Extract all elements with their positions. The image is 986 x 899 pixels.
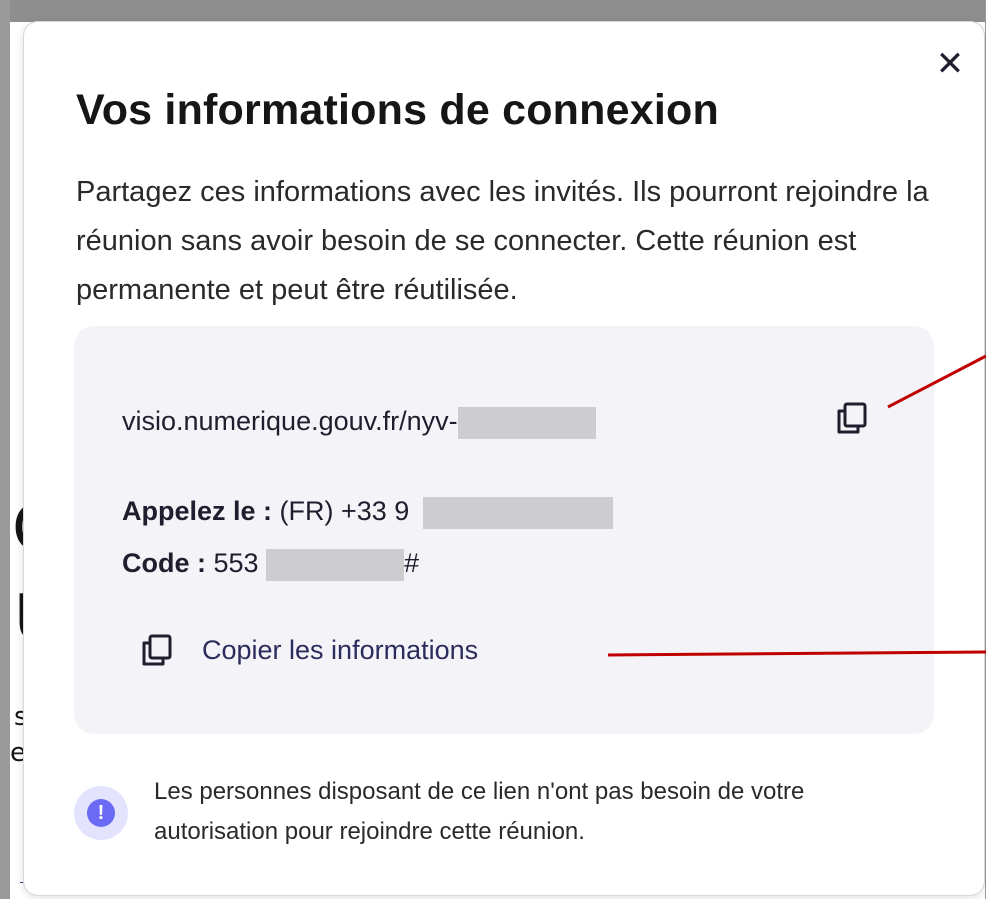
copy-information-label: Copier les informations [202,634,479,665]
connection-info-card: visio.numerique.gouv.fr/nyv- Appelez le … [74,326,934,734]
code-value: 553 [206,548,259,578]
exclamation-icon: ! [87,799,115,827]
screenshot-frame-top [0,0,986,22]
phone-value: (FR) +33 9 [272,496,410,526]
phone-label: Appelez le : [122,496,273,526]
screenshot-frame-left [0,0,10,899]
meeting-link-text: visio.numerique.gouv.fr/nyv- [122,406,458,436]
copy-link-button[interactable] [830,396,874,440]
warning-notice: ! Les personnes disposant de ce lien n'o… [74,772,934,862]
code-suffix: # [404,548,420,578]
warning-icon-badge: ! [74,786,128,840]
copy-information-button[interactable]: Copier les informations [140,622,478,678]
code-line: Code : 553 # [122,548,419,581]
copy-icon [837,402,867,434]
connection-info-dialog: ✕ Vos informations de connexion Partagez… [24,22,984,895]
dialog-title: Vos informations de connexion [76,86,719,134]
close-button[interactable]: ✕ [930,44,970,84]
redacted-block [266,548,405,581]
dialog-description: Partagez ces informations avec les invit… [76,176,929,306]
redacted-block [422,496,613,529]
copy-icon [142,634,172,666]
phone-line: Appelez le : (FR) +33 9 [122,496,613,529]
redacted-block [457,406,596,439]
meeting-link[interactable]: visio.numerique.gouv.fr/nyv- [122,406,596,439]
warning-text: Les personnes disposant de ce lien n'ont… [154,778,805,845]
code-label: Code : [122,548,206,578]
close-icon: ✕ [935,44,965,84]
